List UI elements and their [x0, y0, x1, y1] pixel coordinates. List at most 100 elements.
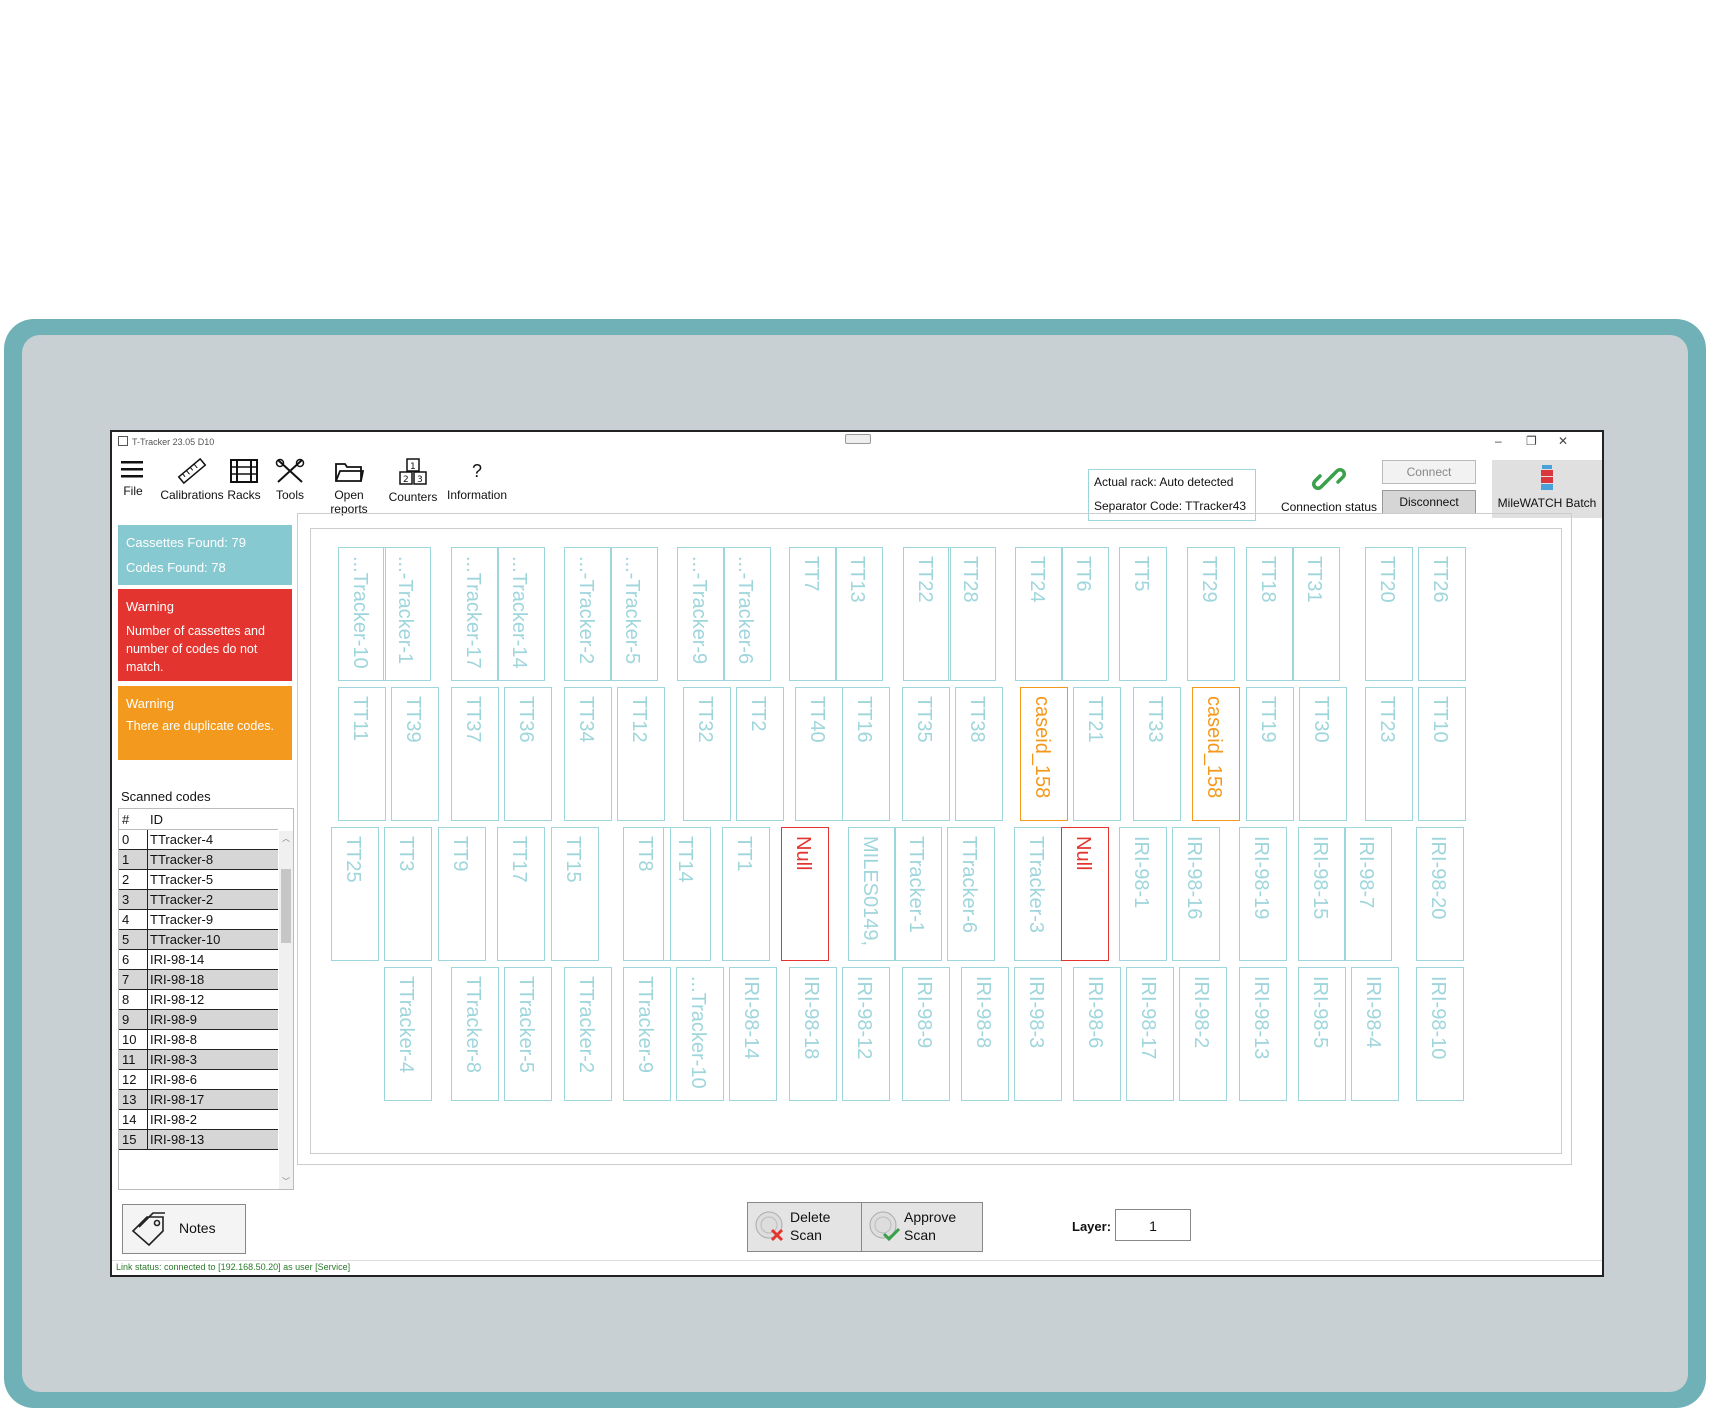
rack-cassette[interactable]: TT17 [497, 827, 545, 961]
rack-cassette[interactable]: caseid_158 [1020, 687, 1068, 821]
rack-cassette[interactable]: ...-Tracker-6 [723, 547, 771, 681]
rack-cassette[interactable]: TT28 [948, 547, 996, 681]
rack-cassette[interactable]: TT12 [617, 687, 665, 821]
rack-cassette[interactable]: ...Tracker-10 [338, 547, 386, 681]
rack-cassette[interactable]: IRI-98-17 [1126, 967, 1174, 1101]
rack-cassette[interactable]: TT19 [1246, 687, 1294, 821]
toolbar-information[interactable]: ? Information [447, 458, 507, 502]
rack-cassette[interactable]: IRI-98-8 [961, 967, 1009, 1101]
scroll-down-icon[interactable]: ﹀ [282, 1176, 290, 1187]
rack-cassette[interactable]: IRI-98-7 [1344, 827, 1392, 961]
rack-cassette[interactable]: IRI-98-2 [1179, 967, 1227, 1101]
rack-cassette[interactable]: IRI-98-20 [1416, 827, 1464, 961]
close-icon[interactable]: ✕ [1558, 434, 1568, 448]
rack-cassette[interactable]: ...Tracker-17 [451, 547, 499, 681]
list-item[interactable]: 7 IRI-98-18 [119, 970, 278, 990]
rack-cassette[interactable]: TT5 [1119, 547, 1167, 681]
rack-cassette[interactable]: TT36 [504, 687, 552, 821]
milewatch-batch-button[interactable]: MileWATCH Batch [1492, 460, 1602, 518]
rack-cassette[interactable]: TT13 [835, 547, 883, 681]
rack-cassette[interactable]: IRI-98-18 [789, 967, 837, 1101]
rack-cassette[interactable]: IRI-98-5 [1298, 967, 1346, 1101]
rack-cassette[interactable]: TT22 [903, 547, 951, 681]
connection-status[interactable]: Connection status [1274, 464, 1384, 514]
rack-cassette[interactable]: ...Tracker-10 [676, 967, 724, 1101]
rack-cassette[interactable]: IRI-98-19 [1239, 827, 1287, 961]
rack-cassette[interactable]: TTracker-9 [623, 967, 671, 1101]
rack-cassette[interactable]: TTracker-8 [451, 967, 499, 1101]
toolbar-calibrations[interactable]: Calibrations [154, 458, 230, 502]
disconnect-button[interactable]: Disconnect [1382, 490, 1476, 514]
rack-cassette[interactable]: IRI-98-13 [1239, 967, 1287, 1101]
list-item[interactable]: 2 TTracker-5 [119, 870, 278, 890]
rack-cassette[interactable]: TT24 [1015, 547, 1063, 681]
rack-cassette[interactable]: TTracker-6 [947, 827, 995, 961]
rack-cassette[interactable]: TT37 [451, 687, 499, 821]
rack-cassette[interactable]: IRI-98-1 [1119, 827, 1167, 961]
scroll-up-icon[interactable]: ︿ [282, 833, 290, 844]
rack-cassette[interactable]: TT25 [331, 827, 379, 961]
rack-cassette[interactable]: TTracker-1 [894, 827, 942, 961]
rack-cassette[interactable]: TTracker-4 [384, 967, 432, 1101]
rack-cassette[interactable]: TT29 [1187, 547, 1235, 681]
list-item[interactable]: 15 IRI-98-13 [119, 1130, 278, 1150]
rack-cassette[interactable]: TTracker-3 [1014, 827, 1062, 961]
rack-cassette[interactable]: TT18 [1246, 547, 1294, 681]
list-item[interactable]: 4 TTracker-9 [119, 910, 278, 930]
rack-cassette[interactable]: TT30 [1299, 687, 1347, 821]
minimize-icon[interactable]: – [1495, 434, 1502, 448]
rack-cassette[interactable]: IRI-98-12 [842, 967, 890, 1101]
rack-cassette[interactable]: ...-Tracker-2 [564, 547, 612, 681]
rack-cassette[interactable]: caseid_158 [1192, 687, 1240, 821]
rack-cassette[interactable]: TT20 [1365, 547, 1413, 681]
rack-cassette[interactable]: TT16 [842, 687, 890, 821]
list-item[interactable]: 8 IRI-98-12 [119, 990, 278, 1010]
restore-icon[interactable]: ❐ [1526, 434, 1537, 448]
rack-cassette[interactable]: IRI-98-14 [729, 967, 777, 1101]
toolbar-racks[interactable]: Racks [225, 458, 263, 502]
rack-cassette[interactable]: TTracker-5 [504, 967, 552, 1101]
rack-cassette[interactable]: TT34 [564, 687, 612, 821]
drag-handle[interactable] [845, 434, 871, 444]
rack-cassette[interactable]: IRI-98-9 [902, 967, 950, 1101]
rack-cassette[interactable]: TT33 [1133, 687, 1181, 821]
connect-button[interactable]: Connect [1382, 460, 1476, 484]
list-item[interactable]: 10 IRI-98-8 [119, 1030, 278, 1050]
list-item[interactable]: 6 IRI-98-14 [119, 950, 278, 970]
rack-cassette[interactable]: IRI-98-15 [1298, 827, 1346, 961]
list-item[interactable]: 11 IRI-98-3 [119, 1050, 278, 1070]
rack-cassette[interactable]: TT31 [1292, 547, 1340, 681]
rack-cassette[interactable]: ...Tracker-14 [497, 547, 545, 681]
layer-input[interactable]: 1 [1115, 1209, 1191, 1241]
toolbar-tools[interactable]: Tools [269, 458, 311, 502]
scroll-thumb[interactable] [281, 869, 291, 943]
list-item[interactable]: 0 TTracker-4 [119, 830, 278, 850]
list-item[interactable]: 13 IRI-98-17 [119, 1090, 278, 1110]
rack-cassette[interactable]: TT1 [722, 827, 770, 961]
list-item[interactable]: 1 TTracker-8 [119, 850, 278, 870]
rack-cassette[interactable]: IRI-98-3 [1014, 967, 1062, 1101]
rack-cassette[interactable]: TT11 [338, 687, 386, 821]
rack-cassette[interactable]: TT15 [551, 827, 599, 961]
rack-cassette[interactable]: TT21 [1073, 687, 1121, 821]
list-item[interactable]: 5 TTracker-10 [119, 930, 278, 950]
list-item[interactable]: 9 IRI-98-9 [119, 1010, 278, 1030]
rack-cassette[interactable]: TTracker-2 [564, 967, 612, 1101]
list-scrollbar[interactable]: ︿ ﹀ [279, 831, 293, 1189]
list-item[interactable]: 3 TTracker-2 [119, 890, 278, 910]
rack-cassette[interactable]: TT40 [795, 687, 843, 821]
rack-cassette[interactable]: TT6 [1061, 547, 1109, 681]
delete-scan-button[interactable]: Delete Scan [747, 1202, 869, 1252]
rack-cassette[interactable]: TT3 [384, 827, 432, 961]
rack-cassette[interactable]: IRI-98-10 [1416, 967, 1464, 1101]
rack-cassette[interactable]: TT14 [663, 827, 711, 961]
rack-cassette[interactable]: IRI-98-6 [1073, 967, 1121, 1101]
rack-cassette[interactable]: Null [781, 827, 829, 961]
rack-cassette[interactable]: IRI-98-4 [1351, 967, 1399, 1101]
scanned-codes-list[interactable]: # ID 0 TTracker-4 1 TTracker-8 2 TTracker-5 3 T… [118, 808, 294, 1190]
rack-cassette[interactable]: TT39 [391, 687, 439, 821]
rack-cassette[interactable]: ...-Tracker-5 [610, 547, 658, 681]
list-item[interactable]: 12 IRI-98-6 [119, 1070, 278, 1090]
rack-cassette[interactable]: IRI-98-16 [1172, 827, 1220, 961]
rack-cassette[interactable]: TT35 [902, 687, 950, 821]
